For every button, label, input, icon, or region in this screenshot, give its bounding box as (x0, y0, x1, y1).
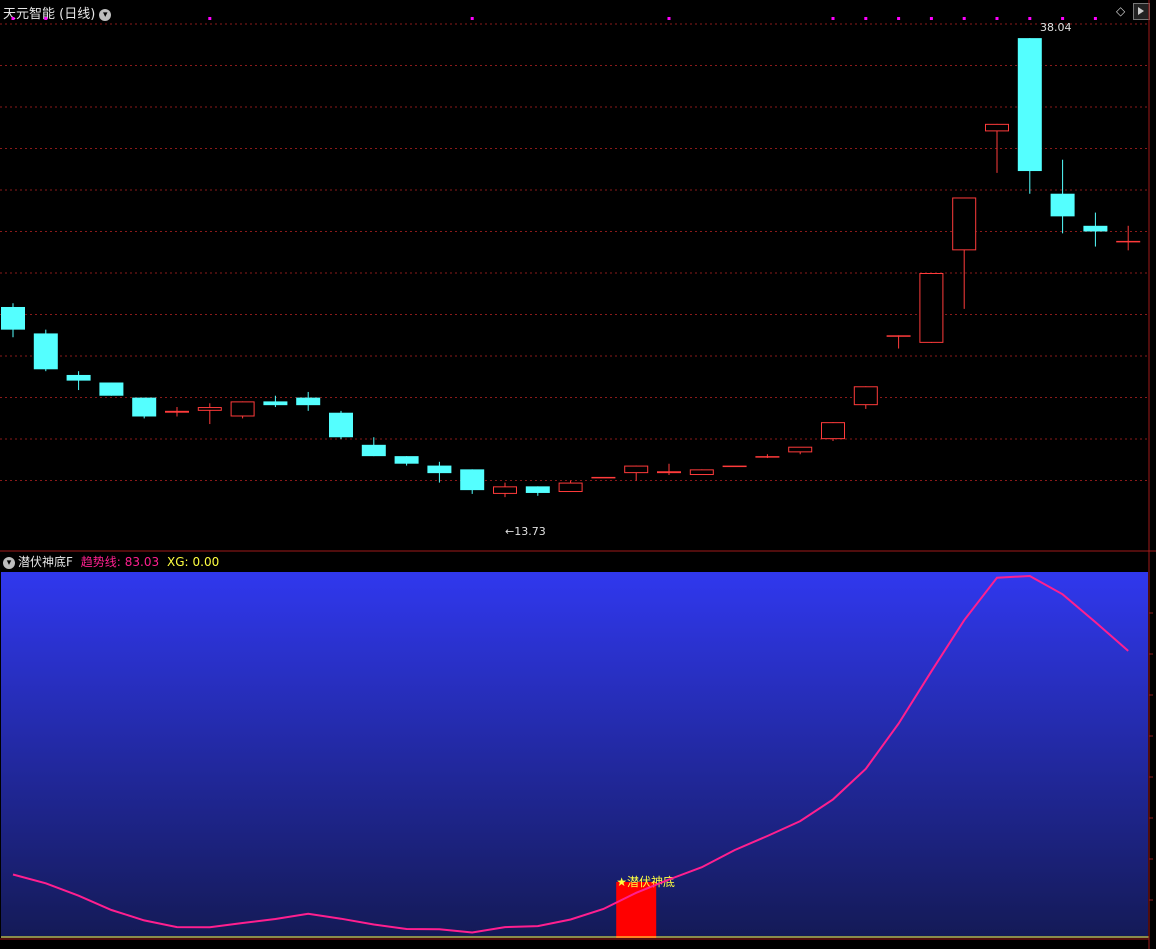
candle-body (1, 306, 25, 330)
candle-body (821, 422, 845, 440)
candle-body (493, 486, 517, 494)
candle (952, 197, 977, 309)
candle-body (919, 273, 944, 343)
signal-marker (1093, 17, 1097, 20)
signal-marker (929, 17, 933, 20)
candle (296, 391, 321, 411)
signal-marker (667, 17, 671, 20)
candle (361, 437, 386, 457)
candle-body (329, 412, 353, 438)
candle (886, 335, 911, 349)
signal-marker (962, 17, 966, 20)
chart-canvas: ★潜伏神底 38.04 ←13.73 (0, 0, 1156, 949)
candle-body (657, 471, 681, 474)
candle-body (1116, 240, 1141, 243)
candle-body (952, 197, 977, 251)
candle-body (230, 401, 255, 417)
candle-body (197, 407, 222, 411)
candle (230, 401, 255, 419)
candle-body (66, 374, 91, 381)
candle-body (788, 446, 813, 453)
signal-marker (864, 17, 868, 20)
candle-body (394, 456, 419, 464)
signal-marker (44, 17, 48, 20)
candle (394, 456, 419, 466)
candle-body (296, 397, 321, 406)
candle (493, 482, 517, 498)
candle-body (165, 410, 189, 413)
candle-body (1083, 225, 1108, 232)
candle-body (624, 465, 649, 474)
candle (689, 469, 714, 476)
candle (165, 407, 189, 417)
candle (1116, 225, 1141, 251)
signal-marker (831, 17, 835, 20)
candle (460, 469, 485, 494)
candle (197, 403, 222, 425)
candle (1083, 212, 1108, 247)
candle-body (132, 397, 157, 417)
signal-marker (995, 17, 999, 20)
candle-body (427, 465, 452, 474)
candle-body (361, 444, 386, 457)
candle (525, 486, 550, 496)
candle (33, 329, 58, 372)
candle-body (591, 476, 616, 479)
candle-body (886, 335, 911, 337)
indicator-background (1, 572, 1148, 938)
candle (1, 303, 25, 338)
top-markers (11, 17, 1097, 20)
candle (132, 397, 157, 419)
candle-body (33, 333, 58, 370)
signal-marker (897, 17, 901, 20)
signal-marker (1028, 17, 1032, 20)
signal-bar (616, 881, 657, 938)
candle-body (558, 482, 583, 493)
candle-body (99, 382, 124, 396)
candle (919, 273, 944, 343)
candle-body (853, 386, 878, 406)
candle (329, 410, 353, 440)
candle-body (755, 456, 780, 458)
candle (558, 480, 583, 493)
candle-body (1017, 38, 1042, 172)
candle (624, 465, 649, 481)
candle (591, 476, 616, 479)
candle-body (460, 469, 485, 491)
candle-body (689, 469, 714, 476)
high-price-label: 38.04 (1040, 21, 1072, 34)
candle (788, 446, 813, 455)
candle (722, 465, 747, 468)
candle-body (985, 123, 1009, 132)
signal-marker (1061, 17, 1065, 20)
candle (821, 422, 845, 442)
candle (427, 461, 452, 483)
candle (1050, 159, 1075, 234)
signal-marker (11, 17, 15, 20)
signal-marker (470, 17, 474, 20)
candle-body (263, 401, 288, 406)
candle-body (722, 465, 747, 468)
candle (755, 454, 780, 459)
signal-marker (208, 17, 212, 20)
candle (657, 463, 681, 476)
candle (66, 371, 91, 391)
candle-body (1050, 193, 1075, 217)
candle (853, 386, 878, 409)
low-price-label: ←13.73 (505, 525, 546, 538)
candle (99, 382, 124, 396)
candle (1017, 38, 1042, 194)
candle-body (525, 486, 550, 493)
